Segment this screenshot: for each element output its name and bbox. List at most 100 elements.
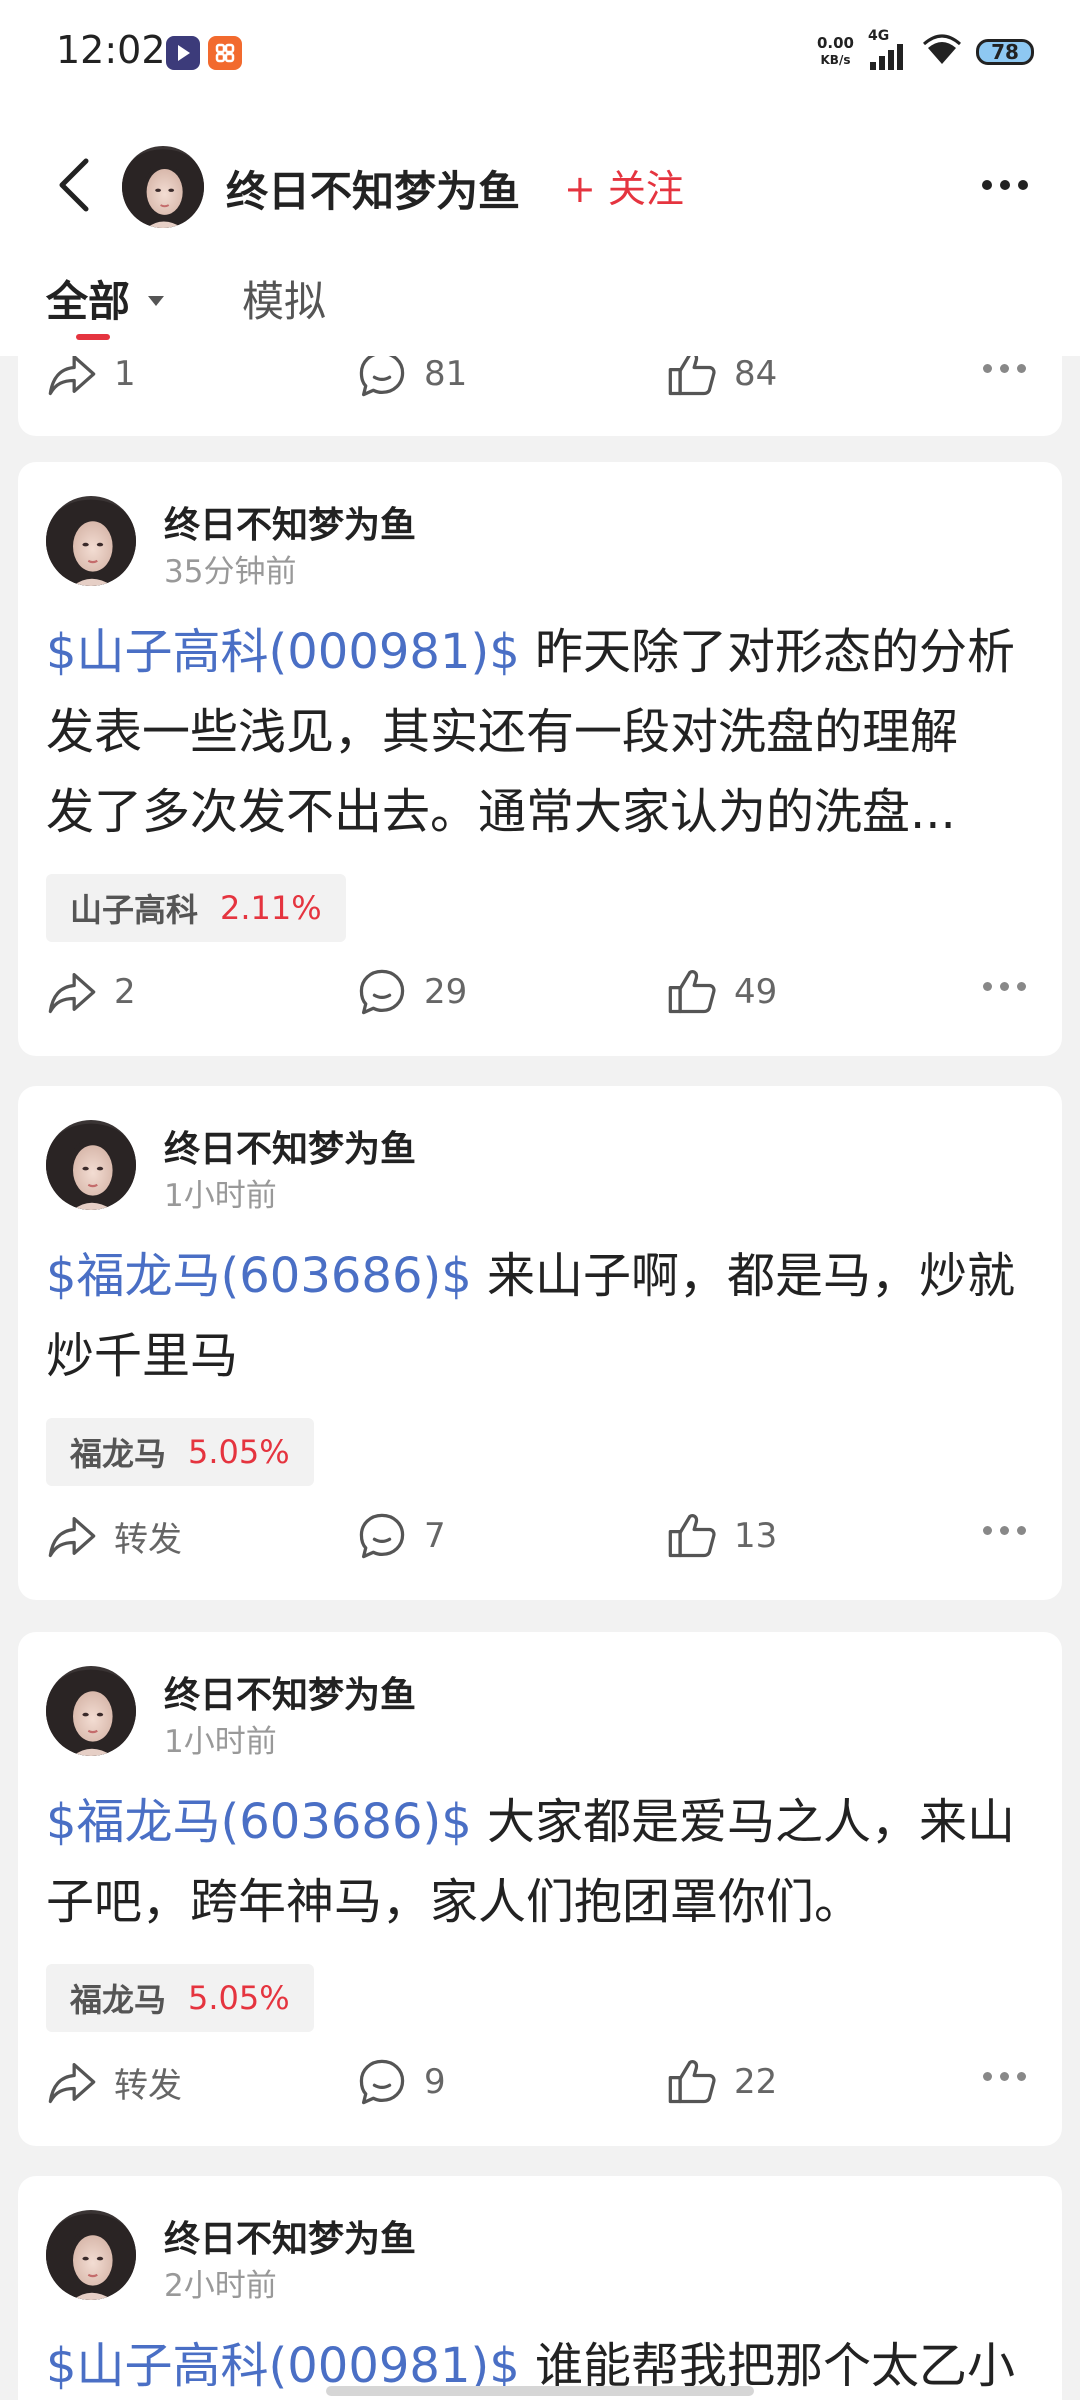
comment-icon — [356, 356, 408, 400]
stock-link[interactable]: $山子高科(000981)$ — [46, 624, 520, 680]
profile-header: 终日不知梦为鱼 + 关注 — [0, 110, 1080, 260]
post-more-button[interactable] — [983, 982, 1026, 991]
comment-count: 29 — [424, 972, 468, 1012]
status-time: 12:02 — [56, 28, 166, 72]
post-time: 1小时前 — [164, 1178, 277, 1214]
like-count: 49 — [734, 972, 778, 1012]
more-icon — [983, 2072, 1026, 2081]
post-time: 2小时前 — [164, 2268, 277, 2304]
share-button[interactable]: 1 — [46, 356, 136, 404]
post-text[interactable]: $福龙马(603686)$ 来山子啊，都是马，炒就 炒千里马 — [46, 1236, 1034, 1396]
stock-tag-name: 福龙马 — [70, 1435, 167, 1473]
caret-down-icon[interactable] — [148, 296, 164, 306]
stock-link[interactable]: $福龙马(603686)$ — [46, 1248, 472, 1304]
stock-tag-name: 山子高科 — [70, 891, 199, 929]
post-actions: 转发 9 22 — [18, 2052, 1062, 2112]
video-app-icon — [166, 36, 200, 70]
post-card[interactable]: 1 81 84 — [18, 356, 1062, 436]
avatar[interactable] — [122, 146, 204, 228]
post-card[interactable]: 终日不知梦为鱼 1小时前 $福龙马(603686)$ 大家都是爱马之人，来山 子… — [18, 1632, 1062, 2146]
avatar[interactable] — [46, 2210, 136, 2300]
post-card[interactable]: 终日不知梦为鱼 35分钟前 $山子高科(000981)$ 昨天除了对形态的分析 … — [18, 462, 1062, 1056]
stock-tag-change: 2.11% — [220, 889, 322, 927]
network-speed: 0.00 KB/s — [816, 34, 854, 68]
share-icon — [46, 1510, 98, 1562]
stock-tag[interactable]: 山子高科 2.11% — [46, 874, 346, 942]
like-count: 22 — [734, 2062, 778, 2102]
comment-button[interactable]: 29 — [356, 962, 467, 1022]
stock-tag-change: 5.05% — [188, 1979, 290, 2017]
back-icon[interactable] — [52, 155, 102, 215]
share-button[interactable]: 2 — [46, 962, 136, 1022]
like-button[interactable]: 13 — [666, 1506, 777, 1566]
more-icon — [982, 180, 1028, 190]
post-feed[interactable]: 1 81 84 终日不知梦为鱼 35分钟前 $山子高科(000981)$ 昨天除… — [0, 356, 1080, 2400]
post-actions: 转发 7 13 — [18, 1506, 1062, 1566]
like-icon — [666, 2056, 718, 2108]
stock-tag[interactable]: 福龙马 5.05% — [46, 1418, 314, 1486]
tab-all[interactable]: 全部 — [46, 268, 130, 329]
active-tab-indicator — [76, 334, 110, 340]
like-icon — [666, 966, 718, 1018]
like-button[interactable]: 22 — [666, 2052, 777, 2112]
avatar[interactable] — [46, 1120, 136, 1210]
wifi-icon — [922, 34, 962, 70]
share-icon — [46, 356, 98, 400]
share-label: 转发 — [114, 1519, 182, 1560]
post-actions: 1 81 84 — [18, 356, 1062, 404]
comment-count: 81 — [424, 356, 468, 394]
post-card[interactable]: 终日不知梦为鱼 1小时前 $福龙马(603686)$ 来山子啊，都是马，炒就 炒… — [18, 1086, 1062, 1600]
post-time: 1小时前 — [164, 1724, 277, 1760]
stock-link[interactable]: $福龙马(603686)$ — [46, 1794, 472, 1850]
post-author[interactable]: 终日不知梦为鱼 — [164, 1666, 416, 1718]
share-icon — [46, 966, 98, 1018]
more-icon — [983, 364, 1026, 373]
avatar[interactable] — [46, 1666, 136, 1756]
stock-tag[interactable]: 福龙马 5.05% — [46, 1964, 314, 2032]
post-actions: 2 29 49 — [18, 962, 1062, 1022]
comment-button[interactable]: 81 — [356, 356, 467, 404]
share-button[interactable]: 转发 — [46, 2052, 182, 2112]
more-options-button[interactable] — [982, 180, 1028, 190]
share-count: 2 — [114, 972, 136, 1012]
post-text[interactable]: $山子高科(000981)$ 昨天除了对形态的分析 发表一些浅见，其实还有一段对… — [46, 612, 1034, 852]
like-icon — [666, 356, 718, 400]
tab-simulation[interactable]: 模拟 — [242, 268, 326, 329]
signal-icon: 4G — [868, 28, 908, 72]
post-more-button[interactable] — [983, 2072, 1026, 2081]
post-card[interactable]: 终日不知梦为鱼 2小时前 $山子高科(000981)$ 谁能帮我把那个太乙小 — [18, 2176, 1062, 2400]
share-count: 1 — [114, 356, 136, 394]
share-icon — [46, 2056, 98, 2108]
more-icon — [983, 982, 1026, 991]
like-icon — [666, 1510, 718, 1562]
comment-button[interactable]: 7 — [356, 1506, 446, 1566]
comment-icon — [356, 1510, 408, 1562]
comment-count: 9 — [424, 2062, 446, 2102]
post-more-button[interactable] — [983, 364, 1026, 373]
status-bar: 12:02 0.00 KB/s 4G 78 — [0, 0, 1080, 110]
tab-bar: 全部 模拟 — [0, 260, 1080, 356]
post-time: 35分钟前 — [164, 554, 297, 590]
post-author[interactable]: 终日不知梦为鱼 — [164, 496, 416, 548]
share-button[interactable]: 转发 — [46, 1506, 182, 1566]
stock-tag-change: 5.05% — [188, 1433, 290, 1471]
like-button[interactable]: 49 — [666, 962, 777, 1022]
like-count: 13 — [734, 1516, 778, 1556]
home-indicator[interactable] — [326, 2386, 754, 2396]
user-name: 终日不知梦为鱼 — [226, 167, 521, 216]
avatar[interactable] — [46, 496, 136, 586]
post-text[interactable]: $福龙马(603686)$ 大家都是爱马之人，来山 子吧，跨年神马，家人们抱团罩… — [46, 1782, 1034, 1942]
post-author[interactable]: 终日不知梦为鱼 — [164, 1120, 416, 1172]
follow-button[interactable]: + 关注 — [564, 158, 684, 213]
like-button[interactable]: 84 — [666, 356, 777, 404]
stock-tag-name: 福龙马 — [70, 1981, 167, 2019]
shopping-app-icon — [208, 36, 242, 70]
post-author[interactable]: 终日不知梦为鱼 — [164, 2210, 416, 2262]
comment-icon — [356, 966, 408, 1018]
comment-count: 7 — [424, 1516, 446, 1556]
battery-icon: 78 — [976, 39, 1034, 65]
post-more-button[interactable] — [983, 1526, 1026, 1535]
like-count: 84 — [734, 356, 778, 394]
comment-button[interactable]: 9 — [356, 2052, 446, 2112]
comment-icon — [356, 2056, 408, 2108]
